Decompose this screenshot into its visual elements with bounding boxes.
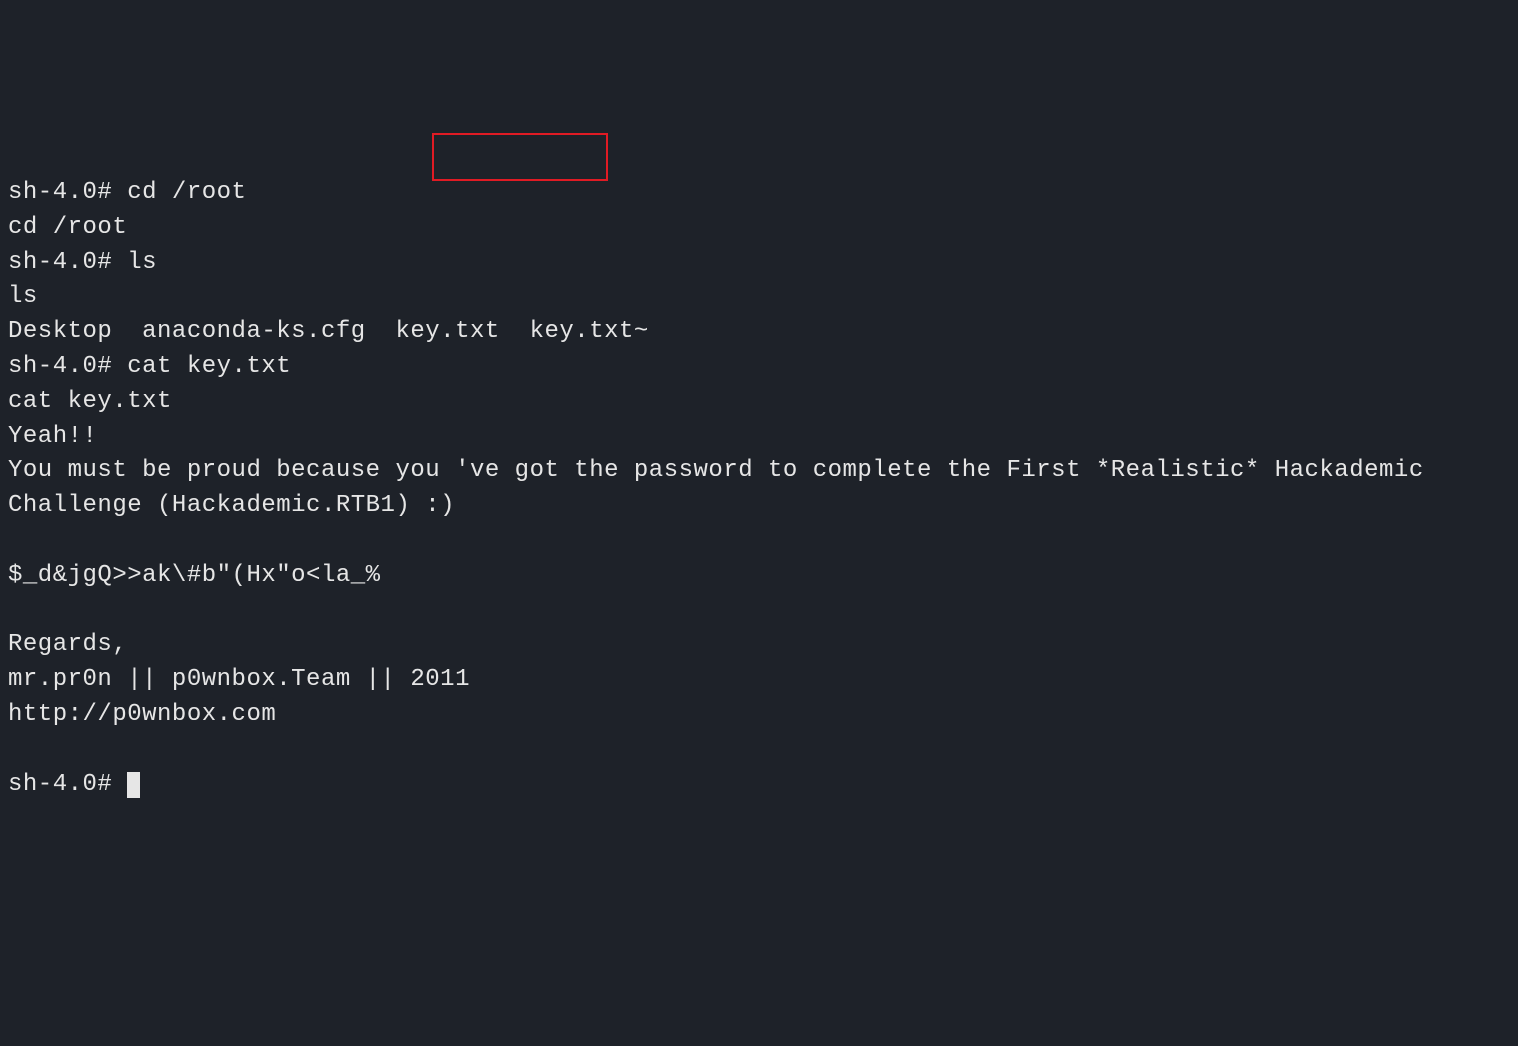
terminal-line-4: Desktop anaconda-ks.cfg key.txt key.txt~ [8,318,649,345]
terminal-line-14: http://p0wnbox.com [8,701,276,728]
terminal-line-2: sh-4.0# ls [8,249,157,276]
terminal-line-3: ls [8,283,38,310]
terminal-line-10: $_d&jgQ>>ak\#b"(Hx"o<la_% [8,562,381,589]
terminal-line-5: sh-4.0# cat key.txt [8,353,291,380]
terminal-line-1: cd /root [8,214,127,241]
terminal-line-8: You must be proud because you 've got th… [8,457,1439,519]
terminal-line-6: cat key.txt [8,388,172,415]
terminal-output[interactable]: sh-4.0# cd /root cd /root sh-4.0# ls ls … [8,141,1510,802]
terminal-line-12: Regards, [8,631,127,658]
terminal-line-13: mr.pr0n || p0wnbox.Team || 2011 [8,666,470,693]
cursor-icon [127,772,140,798]
terminal-line-7: Yeah!! [8,423,97,450]
terminal-prompt: sh-4.0# [8,771,127,798]
terminal-line-0: sh-4.0# cd /root [8,179,246,206]
